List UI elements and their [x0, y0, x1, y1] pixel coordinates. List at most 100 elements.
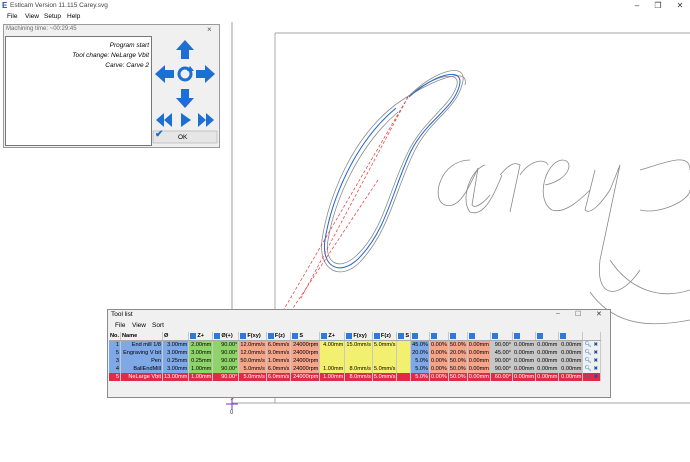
tool-speed-2[interactable]: [396, 340, 412, 349]
col-header[interactable]: [490, 332, 513, 341]
col-header[interactable]: No.: [109, 332, 121, 341]
tool-depth[interactable]: 2.00mm: [188, 340, 214, 349]
tool-feed-z[interactable]: 6.0mm/s: [266, 365, 292, 373]
tools-icon[interactable]: ✖: [594, 358, 599, 364]
search-icon[interactable]: 🔍︎: [584, 374, 591, 380]
tool-depth-2[interactable]: 1.00mm: [319, 373, 346, 381]
tool-feed-xy-2[interactable]: 8.0mm/s: [344, 373, 373, 381]
tool-percent[interactable]: 45.0%: [410, 340, 430, 349]
tool-feed-xy[interactable]: 12.0mm/s: [238, 340, 267, 349]
tool-angle[interactable]: 90.00°: [212, 340, 240, 349]
close-icon[interactable]: ✕: [670, 0, 690, 11]
tool-col[interactable]: 0.00mm: [467, 349, 491, 357]
col-header[interactable]: F(z): [266, 332, 292, 341]
col-header[interactable]: [429, 332, 449, 341]
search-icon[interactable]: 🔍︎: [584, 342, 591, 348]
tool-col[interactable]: 0.00%: [429, 357, 449, 365]
tool-col[interactable]: 0.00mm: [558, 357, 584, 365]
tools-icon[interactable]: ✖: [594, 342, 599, 348]
tool-number[interactable]: 3: [109, 357, 121, 365]
tool-col[interactable]: 0.00mm: [467, 365, 491, 373]
tool-angle[interactable]: 90.00°: [212, 373, 240, 381]
col-header[interactable]: F(xy): [344, 332, 373, 341]
tool-col[interactable]: 0.00%: [429, 365, 449, 373]
col-header[interactable]: [448, 332, 468, 341]
tool-col[interactable]: 0.00mm: [512, 349, 537, 357]
tool-speed[interactable]: 24000rpm: [290, 373, 321, 381]
tool-percent[interactable]: 5.0%: [410, 365, 430, 373]
menu-help[interactable]: Help: [67, 11, 80, 22]
tool-depth-2[interactable]: [319, 349, 346, 357]
jog-down-arrow-icon[interactable]: [176, 89, 194, 108]
tool-feed-z[interactable]: 9.0mm/s: [266, 349, 292, 357]
tool-feed-xy[interactable]: 50.0mm/s: [238, 357, 267, 365]
checkmark-icon[interactable]: ✔: [155, 129, 163, 140]
menu-file[interactable]: File: [7, 11, 17, 22]
tool-col[interactable]: 45.00°: [490, 349, 513, 357]
tool-depth-2[interactable]: 1.00mm: [319, 365, 346, 373]
tool-col[interactable]: 50.0%: [448, 373, 468, 381]
tool-percent[interactable]: 5.0%: [410, 373, 430, 381]
tool-speed[interactable]: 24000rpm: [290, 349, 321, 357]
tool-col[interactable]: 0.00mm: [512, 340, 537, 349]
table-row[interactable]: 5 NeLarge Vbit 13.00mm 1.00mm 90.00° 5.0mm/s 6…: [109, 373, 602, 381]
col-header[interactable]: Z+: [319, 332, 346, 341]
col-header[interactable]: S: [290, 332, 321, 341]
table-row[interactable]: 1 End mill 1/8 3.00mm 2.00mm 90.00° 12.0mm/s 6…: [109, 340, 602, 349]
tool-speed-2[interactable]: [396, 373, 412, 381]
tool-feed-xy-2[interactable]: 15.0mm/s: [344, 340, 373, 349]
tool-name[interactable]: NeLarge Vbit: [120, 373, 164, 381]
tool-col[interactable]: 0.00mm: [535, 340, 560, 349]
tool-speed[interactable]: 24000rpm: [290, 340, 321, 349]
tool-col[interactable]: 50.0%: [448, 357, 468, 365]
tool-diameter[interactable]: 3.00mm: [162, 340, 190, 349]
tool-name[interactable]: Pen: [120, 357, 164, 365]
tool-col[interactable]: 0.00mm: [535, 373, 560, 381]
fast-forward-icon[interactable]: [198, 113, 214, 127]
col-header[interactable]: Ø(+): [212, 332, 240, 341]
tool-feed-z-2[interactable]: [372, 357, 398, 365]
play-icon[interactable]: [181, 113, 191, 127]
tool-col[interactable]: 0.00mm: [512, 373, 537, 381]
tool-col[interactable]: 0.00mm: [558, 365, 584, 373]
rotate-icon[interactable]: [177, 66, 194, 82]
search-icon[interactable]: 🔍︎: [584, 358, 591, 364]
tool-number[interactable]: 4: [109, 365, 121, 373]
tool-feed-z-2[interactable]: 5.0mm/s: [372, 365, 398, 373]
rewind-icon[interactable]: [156, 113, 172, 127]
col-header[interactable]: [467, 332, 491, 341]
tool-col[interactable]: 0.00mm: [535, 365, 560, 373]
tool-diameter[interactable]: 3.00mm: [162, 365, 190, 373]
tool-feed-z-2[interactable]: 5.0mm/s: [372, 340, 398, 349]
tools-icon[interactable]: ✖: [594, 350, 599, 356]
tool-feed-z-2[interactable]: 5.0mm/s: [372, 373, 398, 381]
tool-angle[interactable]: 90.00°: [212, 365, 240, 373]
minimize-icon[interactable]: –: [627, 0, 647, 11]
tool-col[interactable]: 0.00mm: [558, 340, 584, 349]
tool-col[interactable]: 60.00°: [490, 373, 513, 381]
tool-col[interactable]: 50.0%: [448, 365, 468, 373]
col-header[interactable]: F(z): [372, 332, 398, 341]
jog-left-arrow-icon[interactable]: [155, 65, 174, 83]
search-icon[interactable]: 🔍︎: [584, 350, 591, 356]
tool-name[interactable]: BallEndMill: [120, 365, 164, 373]
tool-feed-z[interactable]: 6.0mm/s: [266, 373, 292, 381]
tool-diameter[interactable]: 3.00mm: [162, 349, 190, 357]
tool-speed-2[interactable]: [396, 357, 412, 365]
tool-col[interactable]: 50.0%: [448, 340, 468, 349]
tool-percent[interactable]: 20.0%: [410, 349, 430, 357]
search-icon[interactable]: 🔍︎: [584, 366, 591, 372]
table-row[interactable]: 5 Engraving V bit 3.00mm 3.00mm 90.00° 12.0mm…: [109, 349, 602, 357]
tool-feed-z[interactable]: 6.0mm/s: [266, 340, 292, 349]
tool-col[interactable]: 0.00mm: [467, 340, 491, 349]
tool-depth-2[interactable]: [319, 357, 346, 365]
tool-feed-xy[interactable]: 12.0mm/s: [238, 349, 267, 357]
maximize-icon[interactable]: ☐: [575, 310, 581, 318]
col-header[interactable]: [535, 332, 560, 341]
col-header[interactable]: [582, 332, 602, 341]
col-header[interactable]: [558, 332, 584, 341]
tool-percent[interactable]: 5.0%: [410, 357, 430, 365]
tool-col[interactable]: 0.00%: [429, 340, 449, 349]
tool-col[interactable]: 90.00°: [490, 340, 513, 349]
tool-name[interactable]: Engraving V bit: [120, 349, 164, 357]
